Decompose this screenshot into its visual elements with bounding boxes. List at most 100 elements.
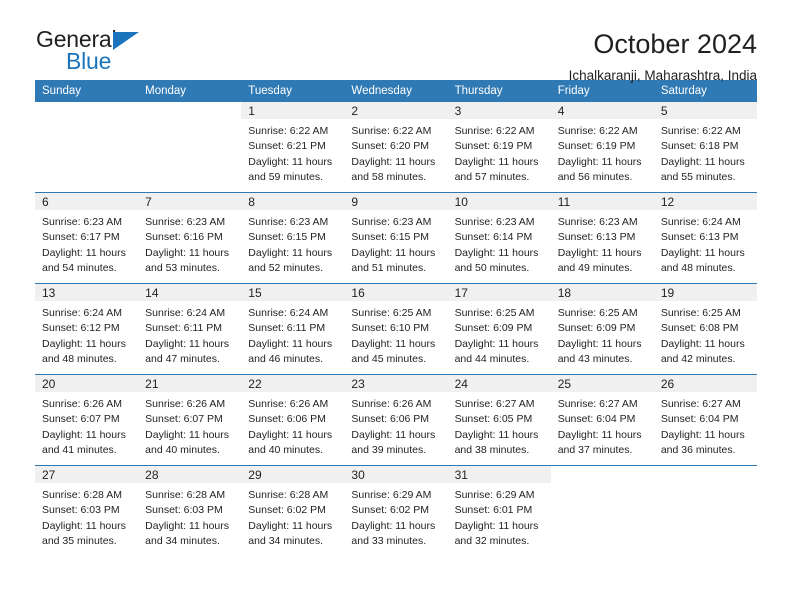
day-number: 13 (35, 284, 139, 301)
day-details: Sunrise: 6:23 AM Sunset: 6:17 PM Daylight:… (35, 210, 138, 276)
day-number: 18 (550, 284, 654, 301)
calendar-day-cell[interactable]: 18 Sunrise: 6:25 AM Sunset: 6:09 PM Dayligh… (550, 283, 654, 375)
day-number: 11 (550, 193, 654, 210)
sunrise-text: Sunrise: 6:28 AM (42, 489, 122, 501)
daylight-text-line1: Daylight: 11 hours (248, 337, 333, 350)
daylight-text-line1: Daylight: 11 hours (351, 519, 436, 532)
day-details: Sunrise: 6:22 AM Sunset: 6:21 PM Daylight:… (241, 119, 344, 185)
day-details: Sunrise: 6:26 AM Sunset: 6:07 PM Daylight:… (138, 392, 241, 458)
daylight-text-line1: Daylight: 11 hours (660, 246, 745, 259)
calendar-day-cell[interactable]: 8 Sunrise: 6:23 AM Sunset: 6:15 PM Daylight… (241, 192, 345, 284)
calendar-day-cell[interactable]: 10 Sunrise: 6:23 AM Sunset: 6:14 PM Dayligh… (447, 192, 551, 284)
daylight-text-line1: Daylight: 11 hours (454, 428, 539, 441)
sunrise-sunset-calendar: Sunday Monday Tuesday Wednesday Thursday Frid… (35, 80, 757, 556)
daylight-text-line2: and 53 minutes. (145, 261, 220, 274)
sunset-text: Sunset: 6:09 PM (557, 322, 636, 335)
sunrise-text: Sunrise: 6:26 AM (248, 398, 329, 410)
sunrise-text: Sunrise: 6:22 AM (351, 125, 432, 137)
generalblue-logo[interactable]: General Blue (35, 28, 185, 80)
daylight-text-line2: and 46 minutes. (248, 352, 323, 365)
day-number: 24 (447, 375, 551, 392)
calendar-day-cell[interactable]: 17 Sunrise: 6:25 AM Sunset: 6:09 PM Dayligh… (447, 283, 551, 375)
day-number: 19 (653, 284, 757, 301)
calendar-day-cell[interactable]: 5 Sunrise: 6:22 AM Sunset: 6:18 PM Daylight… (653, 102, 757, 193)
day-details: Sunrise: 6:23 AM Sunset: 6:13 PM Daylight:… (551, 210, 654, 276)
calendar-day-cell[interactable]: 14 Sunrise: 6:24 AM Sunset: 6:11 PM Dayligh… (138, 283, 242, 375)
sunset-text: Sunset: 6:21 PM (248, 140, 326, 153)
daylight-text-line2: and 38 minutes. (454, 443, 530, 456)
day-number: 29 (241, 466, 345, 483)
calendar-day-cell[interactable]: 22 Sunrise: 6:26 AM Sunset: 6:06 PM Dayligh… (241, 374, 345, 466)
sunset-text: Sunset: 6:11 PM (145, 322, 222, 335)
calendar-day-cell[interactable]: 24 Sunrise: 6:27 AM Sunset: 6:05 PM Dayligh… (447, 374, 551, 466)
calendar-day-cell[interactable]: 2 Sunrise: 6:22 AM Sunset: 6:20 PM Daylight… (344, 102, 448, 193)
calendar-day-cell[interactable]: 15 Sunrise: 6:24 AM Sunset: 6:11 PM Dayligh… (241, 283, 345, 375)
sunset-text: Sunset: 6:03 PM (42, 504, 120, 517)
daylight-text-line2: and 51 minutes. (351, 261, 427, 274)
sunrise-text: Sunrise: 6:28 AM (248, 489, 329, 501)
day-details: Sunrise: 6:23 AM Sunset: 6:14 PM Daylight:… (448, 210, 551, 276)
day-number: 10 (447, 193, 551, 210)
daylight-text-line2: and 35 minutes. (42, 534, 117, 547)
sunset-text: Sunset: 6:07 PM (145, 413, 223, 426)
weekday-header-sunday: Sunday (35, 80, 139, 102)
day-details: Sunrise: 6:29 AM Sunset: 6:02 PM Daylight:… (344, 483, 447, 549)
daylight-text-line2: and 54 minutes. (42, 261, 117, 274)
day-number: 4 (550, 102, 654, 119)
daylight-text-line1: Daylight: 11 hours (248, 246, 333, 259)
sunrise-text: Sunrise: 6:29 AM (351, 489, 432, 501)
sunrise-text: Sunrise: 6:23 AM (454, 216, 535, 228)
day-details: Sunrise: 6:25 AM Sunset: 6:08 PM Daylight:… (654, 301, 757, 367)
daylight-text-line2: and 58 minutes. (351, 170, 427, 183)
sunrise-text: Sunrise: 6:25 AM (660, 307, 741, 319)
day-details: Sunrise: 6:24 AM Sunset: 6:11 PM Daylight:… (241, 301, 344, 367)
calendar-day-cell[interactable]: 6 Sunrise: 6:23 AM Sunset: 6:17 PM Daylight… (35, 192, 139, 284)
daylight-text-line2: and 34 minutes. (145, 534, 220, 547)
calendar-day-cell[interactable]: 4 Sunrise: 6:22 AM Sunset: 6:19 PM Daylight… (550, 102, 654, 193)
day-number: 28 (138, 466, 242, 483)
calendar-day-cell[interactable]: 21 Sunrise: 6:26 AM Sunset: 6:07 PM Dayligh… (138, 374, 242, 466)
calendar-day-cell[interactable]: 7 Sunrise: 6:23 AM Sunset: 6:16 PM Daylight… (138, 192, 242, 284)
day-details: Sunrise: 6:28 AM Sunset: 6:03 PM Daylight:… (35, 483, 138, 549)
sunrise-text: Sunrise: 6:27 AM (454, 398, 535, 410)
daylight-text-line1: Daylight: 11 hours (454, 519, 539, 532)
day-details: Sunrise: 6:22 AM Sunset: 6:19 PM Daylight:… (448, 119, 551, 185)
calendar-day-cell[interactable]: 26 Sunrise: 6:27 AM Sunset: 6:04 PM Dayligh… (653, 374, 757, 466)
calendar-day-cell[interactable]: 9 Sunrise: 6:23 AM Sunset: 6:15 PM Daylight… (344, 192, 448, 284)
sunrise-text: Sunrise: 6:27 AM (557, 398, 638, 410)
day-number: 5 (653, 102, 757, 119)
sunrise-text: Sunrise: 6:24 AM (248, 307, 329, 319)
calendar-day-cell[interactable]: 28 Sunrise: 6:28 AM Sunset: 6:03 PM Dayligh… (138, 465, 242, 556)
day-details: Sunrise: 6:26 AM Sunset: 6:07 PM Daylight:… (35, 392, 138, 458)
day-number: 22 (241, 375, 345, 392)
calendar-day-cell[interactable]: 29 Sunrise: 6:28 AM Sunset: 6:02 PM Dayligh… (241, 465, 345, 556)
calendar-day-cell[interactable]: 20 Sunrise: 6:26 AM Sunset: 6:07 PM Dayligh… (35, 374, 139, 466)
calendar-day-cell[interactable]: 11 Sunrise: 6:23 AM Sunset: 6:13 PM Dayligh… (550, 192, 654, 284)
sunset-text: Sunset: 6:06 PM (351, 413, 430, 426)
calendar-day-cell[interactable]: 30 Sunrise: 6:29 AM Sunset: 6:02 PM Dayligh… (344, 465, 448, 556)
daylight-text-line1: Daylight: 11 hours (145, 428, 229, 441)
sunset-text: Sunset: 6:19 PM (454, 140, 533, 153)
calendar-day-cell[interactable]: 23 Sunrise: 6:26 AM Sunset: 6:06 PM Dayligh… (344, 374, 448, 466)
day-details: Sunrise: 6:27 AM Sunset: 6:05 PM Daylight:… (448, 392, 551, 458)
daylight-text-line2: and 32 minutes. (454, 534, 530, 547)
calendar-day-cell[interactable]: 25 Sunrise: 6:27 AM Sunset: 6:04 PM Dayligh… (550, 374, 654, 466)
sunset-text: Sunset: 6:09 PM (454, 322, 533, 335)
calendar-day-cell[interactable]: 13 Sunrise: 6:24 AM Sunset: 6:12 PM Dayligh… (35, 283, 139, 375)
calendar-day-cell[interactable]: 16 Sunrise: 6:25 AM Sunset: 6:10 PM Dayligh… (344, 283, 448, 375)
sunset-text: Sunset: 6:17 PM (42, 231, 120, 244)
day-details: Sunrise: 6:24 AM Sunset: 6:12 PM Daylight:… (35, 301, 138, 367)
calendar-day-cell[interactable]: 31 Sunrise: 6:29 AM Sunset: 6:01 PM Dayligh… (447, 465, 551, 556)
sunrise-text: Sunrise: 6:24 AM (42, 307, 122, 319)
calendar-day-cell[interactable]: 19 Sunrise: 6:25 AM Sunset: 6:08 PM Dayligh… (653, 283, 757, 375)
sunset-text: Sunset: 6:03 PM (145, 504, 223, 517)
calendar-day-cell[interactable]: 12 Sunrise: 6:24 AM Sunset: 6:13 PM Dayligh… (653, 192, 757, 284)
daylight-text-line1: Daylight: 11 hours (660, 337, 745, 350)
calendar-day-cell[interactable]: 1 Sunrise: 6:22 AM Sunset: 6:21 PM Daylight… (241, 102, 345, 193)
day-details: Sunrise: 6:22 AM Sunset: 6:20 PM Daylight:… (344, 119, 447, 185)
day-details: Sunrise: 6:22 AM Sunset: 6:18 PM Daylight:… (654, 119, 757, 185)
calendar-day-cell[interactable]: 3 Sunrise: 6:22 AM Sunset: 6:19 PM Daylight… (447, 102, 551, 193)
calendar-day-cell[interactable]: 27 Sunrise: 6:28 AM Sunset: 6:03 PM Dayligh… (35, 465, 139, 556)
weekday-header-wednesday: Wednesday (344, 80, 448, 102)
day-number: 21 (138, 375, 242, 392)
